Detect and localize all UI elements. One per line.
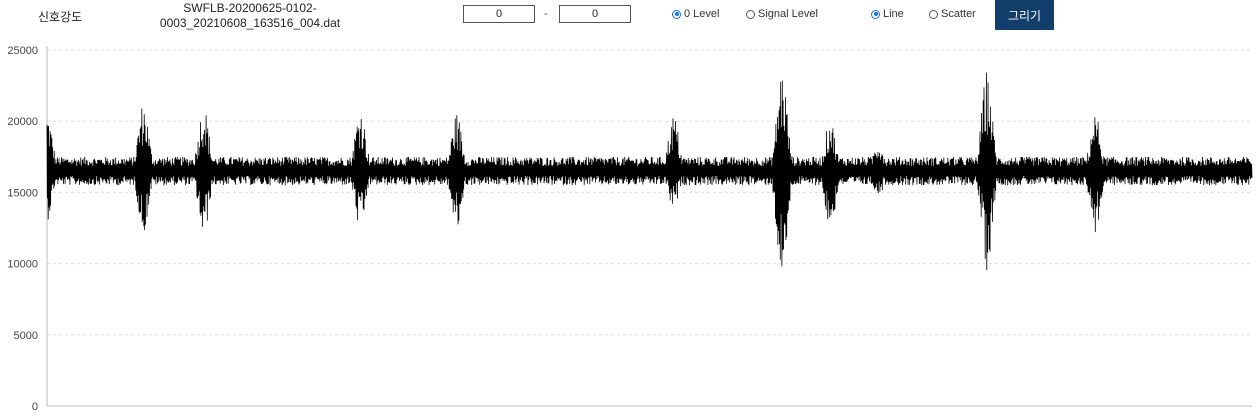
y-tick-labels: 0 5000 10000 15000 20000 25000 <box>7 45 38 413</box>
signal-chart: 0 5000 10000 15000 20000 25000 <box>7 45 1253 413</box>
y-tick-label: 0 <box>32 401 38 413</box>
radio-checked-icon <box>672 9 681 19</box>
radio-unchecked-icon <box>929 9 938 19</box>
draw-button[interactable]: 그리기 <box>995 0 1054 30</box>
file-name-line1: SWFLB-20200625-0102- <box>183 1 317 15</box>
y-tick-label: 25000 <box>7 45 38 57</box>
plot-scatter-label: Scatter <box>941 8 976 20</box>
chart-grid <box>47 49 1252 336</box>
toolbar: 신호강도 SWFLB-20200625-0102- 0003_20210608_… <box>0 0 1258 38</box>
signal-line <box>46 72 1253 271</box>
y-tick-label: 15000 <box>7 187 38 199</box>
y-tick-label: 20000 <box>7 116 38 128</box>
file-name-line2: 0003_20210608_163516_004.dat <box>159 16 341 30</box>
range-separator: - <box>544 8 548 20</box>
y-tick-label: 5000 <box>14 330 38 342</box>
level-zero-label: 0 Level <box>684 8 720 20</box>
chart-title-label: 신호강도 <box>38 10 83 24</box>
chart-axes <box>46 46 1252 407</box>
y-tick-label: 10000 <box>7 259 38 271</box>
level-zero-radio[interactable]: 0 Level <box>672 8 719 20</box>
range-start-input[interactable] <box>463 5 535 23</box>
radio-unchecked-icon <box>746 9 755 19</box>
range-end-input[interactable] <box>559 5 631 23</box>
plot-line-radio[interactable]: Line <box>871 8 904 20</box>
plot-line-label: Line <box>883 8 904 20</box>
level-signal-label: Signal Level <box>758 8 818 20</box>
radio-checked-icon <box>871 9 880 19</box>
file-name: SWFLB-20200625-0102- 0003_20210608_16351… <box>150 1 350 31</box>
level-signal-radio[interactable]: Signal Level <box>746 8 818 20</box>
plot-scatter-radio[interactable]: Scatter <box>929 8 976 20</box>
